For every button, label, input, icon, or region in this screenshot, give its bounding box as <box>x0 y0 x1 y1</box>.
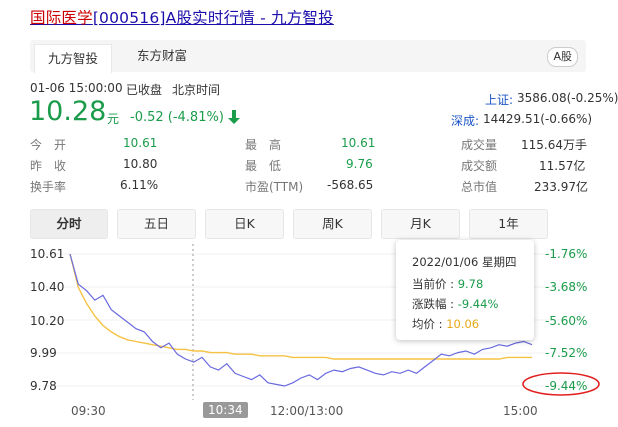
tooltip-pct-row: 涨跌幅 : -9.44% <box>412 296 498 312</box>
tooltip-avg-value: 10.06 <box>446 317 480 331</box>
y-tick-1: 10.40 <box>30 280 65 294</box>
tooltip-price-label: 当前价 : <box>412 277 455 291</box>
pct-tick-1: -3.68% <box>545 280 588 294</box>
tooltip-avg-row: 均价 : 10.06 <box>412 316 479 332</box>
y-tick-3: 9.99 <box>30 346 57 360</box>
crosshair-time-label: 10:34 <box>203 402 248 418</box>
x-tick-close: 15:00 <box>503 404 538 418</box>
red-circle-annotation <box>522 372 600 396</box>
pct-tick-3: -7.52% <box>545 346 588 360</box>
tooltip-date: 2022/01/06 星期四 <box>412 255 517 269</box>
tooltip-pct-label: 涨跌幅 : <box>412 297 455 311</box>
tooltip-price-value: 9.78 <box>457 277 484 291</box>
tooltip-price-row: 当前价 : 9.78 <box>412 276 483 292</box>
x-tick-midday: 12:00/13:00 <box>270 404 344 418</box>
x-tick-open: 09:30 <box>71 404 106 418</box>
y-tick-2: 10.20 <box>30 314 65 328</box>
y-tick-4: 9.78 <box>30 379 57 393</box>
chart-tooltip: 2022/01/06 星期四 当前价 : 9.78 涨跌幅 : -9.44% 均… <box>396 240 534 340</box>
pct-tick-0: -1.76% <box>545 247 588 261</box>
tooltip-avg-label: 均价 : <box>412 317 443 331</box>
pct-tick-2: -5.60% <box>545 314 588 328</box>
tooltip-pct-value: -9.44% <box>457 297 499 311</box>
y-tick-0: 10.61 <box>30 247 65 261</box>
intraday-chart[interactable] <box>0 0 618 427</box>
